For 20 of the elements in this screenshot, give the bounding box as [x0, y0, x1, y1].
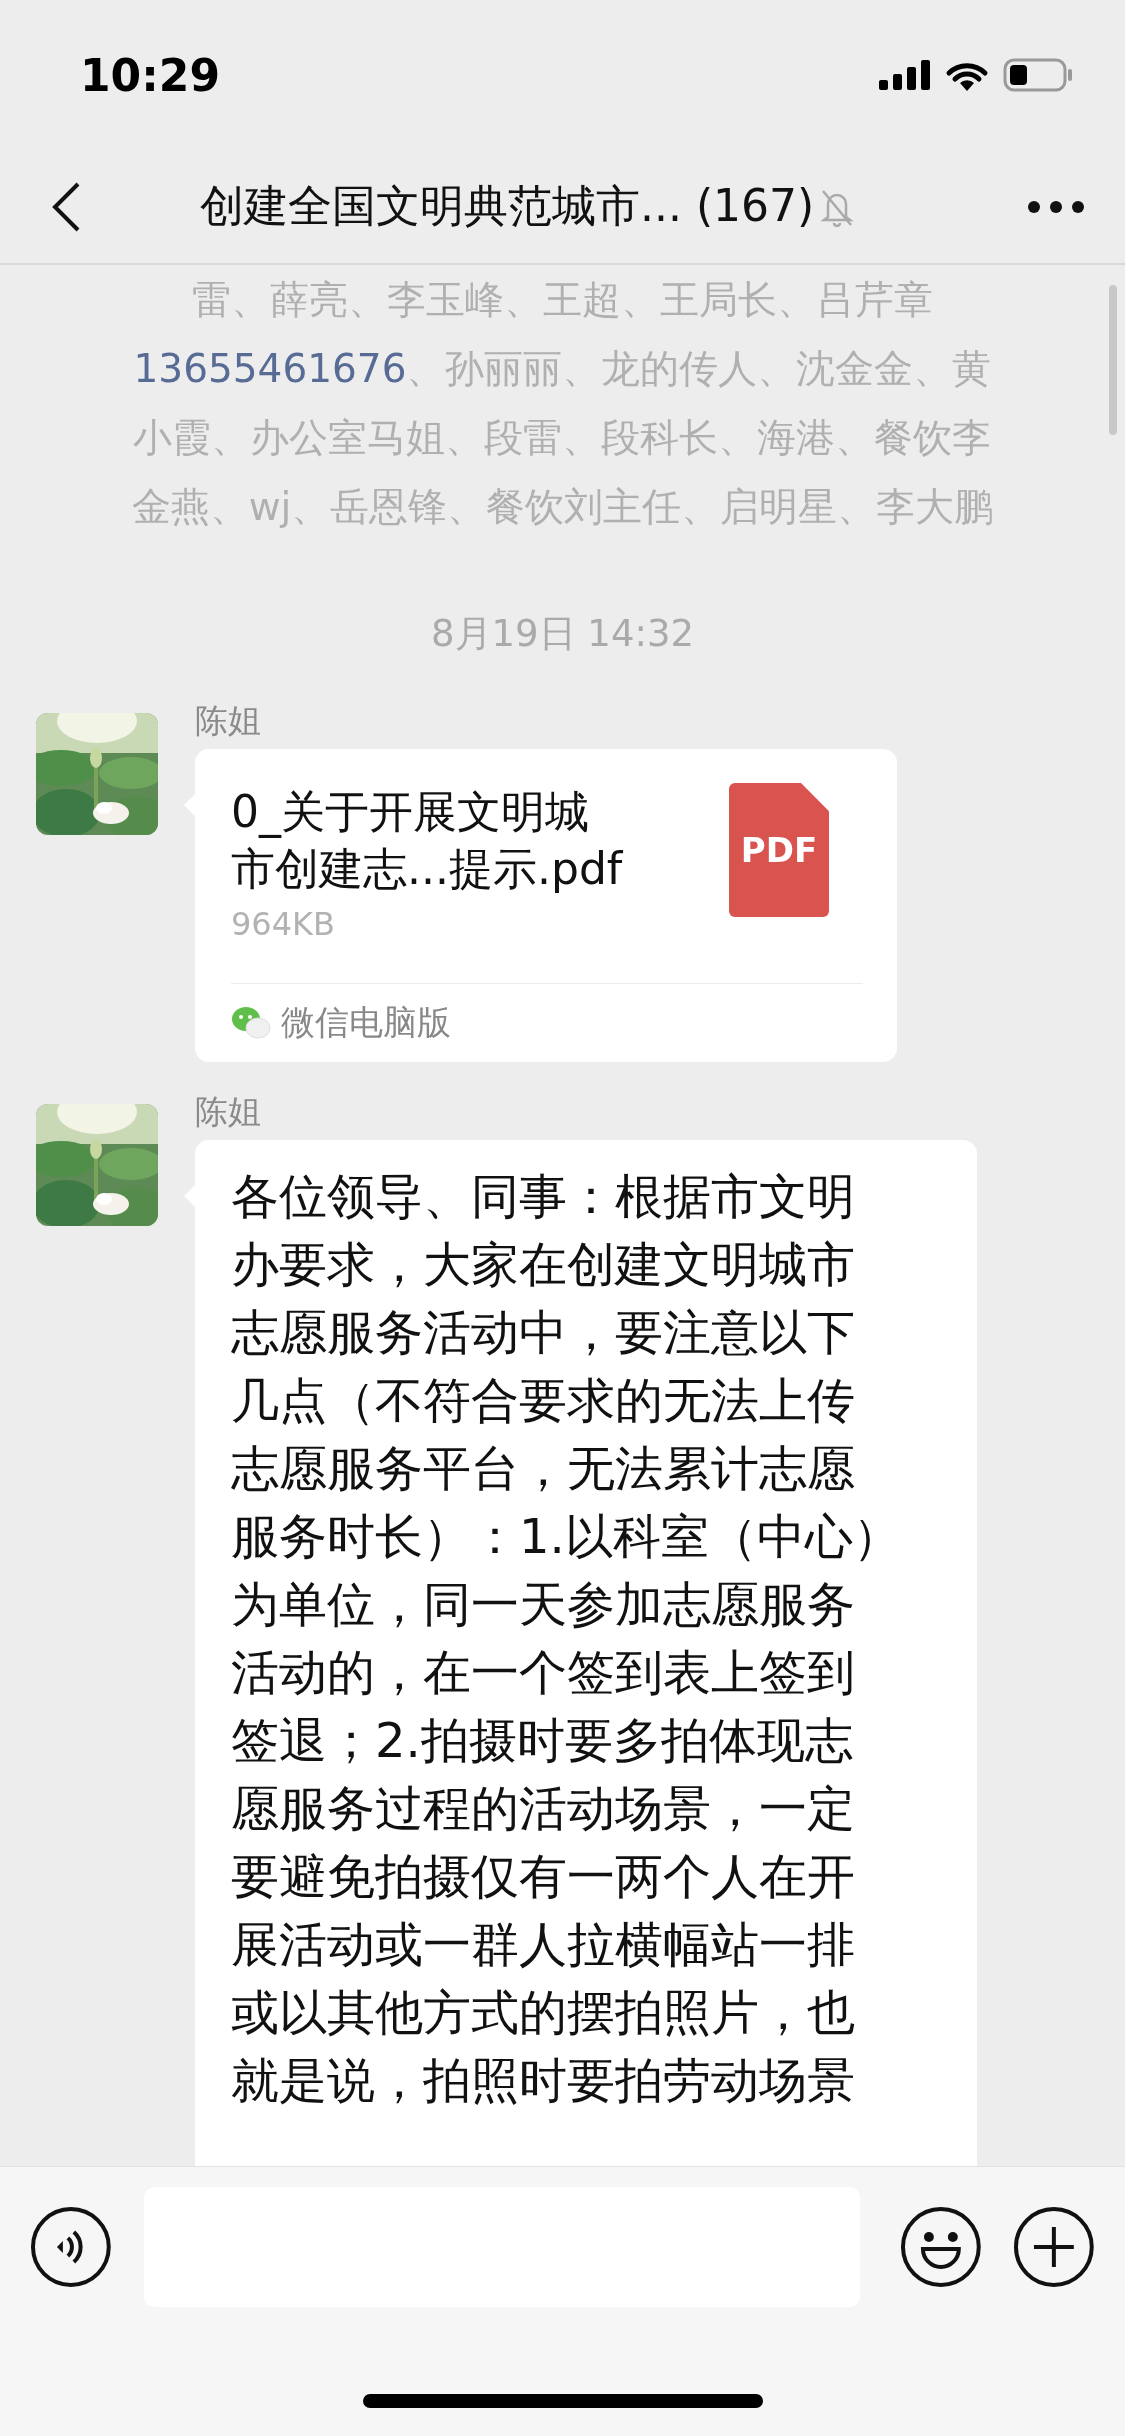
file-size: 964KB: [231, 905, 336, 943]
timestamp: 8月19日 14:32: [431, 611, 694, 657]
member-list-notice: 雷、薛亮、李玉峰、王超、王局长、吕芹章 13655461676、孙丽丽、龙的传人、沈金金、黄 小霞、办公室马姐、段雷、段科长、海港、餐饮李 金燕、wj、岳恩锋、餐饮刘主任、启明星、李大鹏: [131, 276, 994, 531]
plus-icon[interactable]: [1013, 2206, 1095, 2288]
sender-name: 陈姐: [195, 701, 261, 741]
pdf-file-icon: PDF: [729, 783, 829, 917]
emoji-icon[interactable]: [899, 2206, 982, 2288]
source-label: 微信电脑版: [281, 1001, 451, 1044]
chat-bubbles-icon: [231, 1006, 271, 1040]
phone-link[interactable]: 13655461676: [133, 346, 407, 391]
file-name: 0_关于开展文明城 市创建志...提示.pdf: [231, 785, 623, 896]
message-text: 各位领导、同事：根据市文明 办要求，大家在创建文明城市 志愿服务活动中，要注意以下 几点（不符合要求的无法上传 志愿服务平台，无法累计志愿 服务时长）：1.以科室（中心） 为单位，同一天参加志愿服务 活动的，在一个签到表上签到 签退；2.拍摄时要多拍体现志 愿服务过程的活动场景，一定 要避免拍摄仅有一两个人在开 展活动或一群人拉横幅站一排 或以其他方式的摆拍照片，也 就是说，拍照时要拍劳动场景: [231, 1167, 902, 2110]
status-time: 10:29: [80, 49, 221, 101]
back-icon[interactable]: [50, 180, 82, 233]
sender-name: 陈姐: [195, 1092, 261, 1132]
chat-title: 创建全国文明典范城市... (167): [200, 179, 815, 233]
battery-icon: [1003, 58, 1073, 92]
signal-icon: [879, 60, 931, 90]
voice-icon[interactable]: [30, 2206, 112, 2288]
more-icon[interactable]: [1027, 199, 1085, 214]
